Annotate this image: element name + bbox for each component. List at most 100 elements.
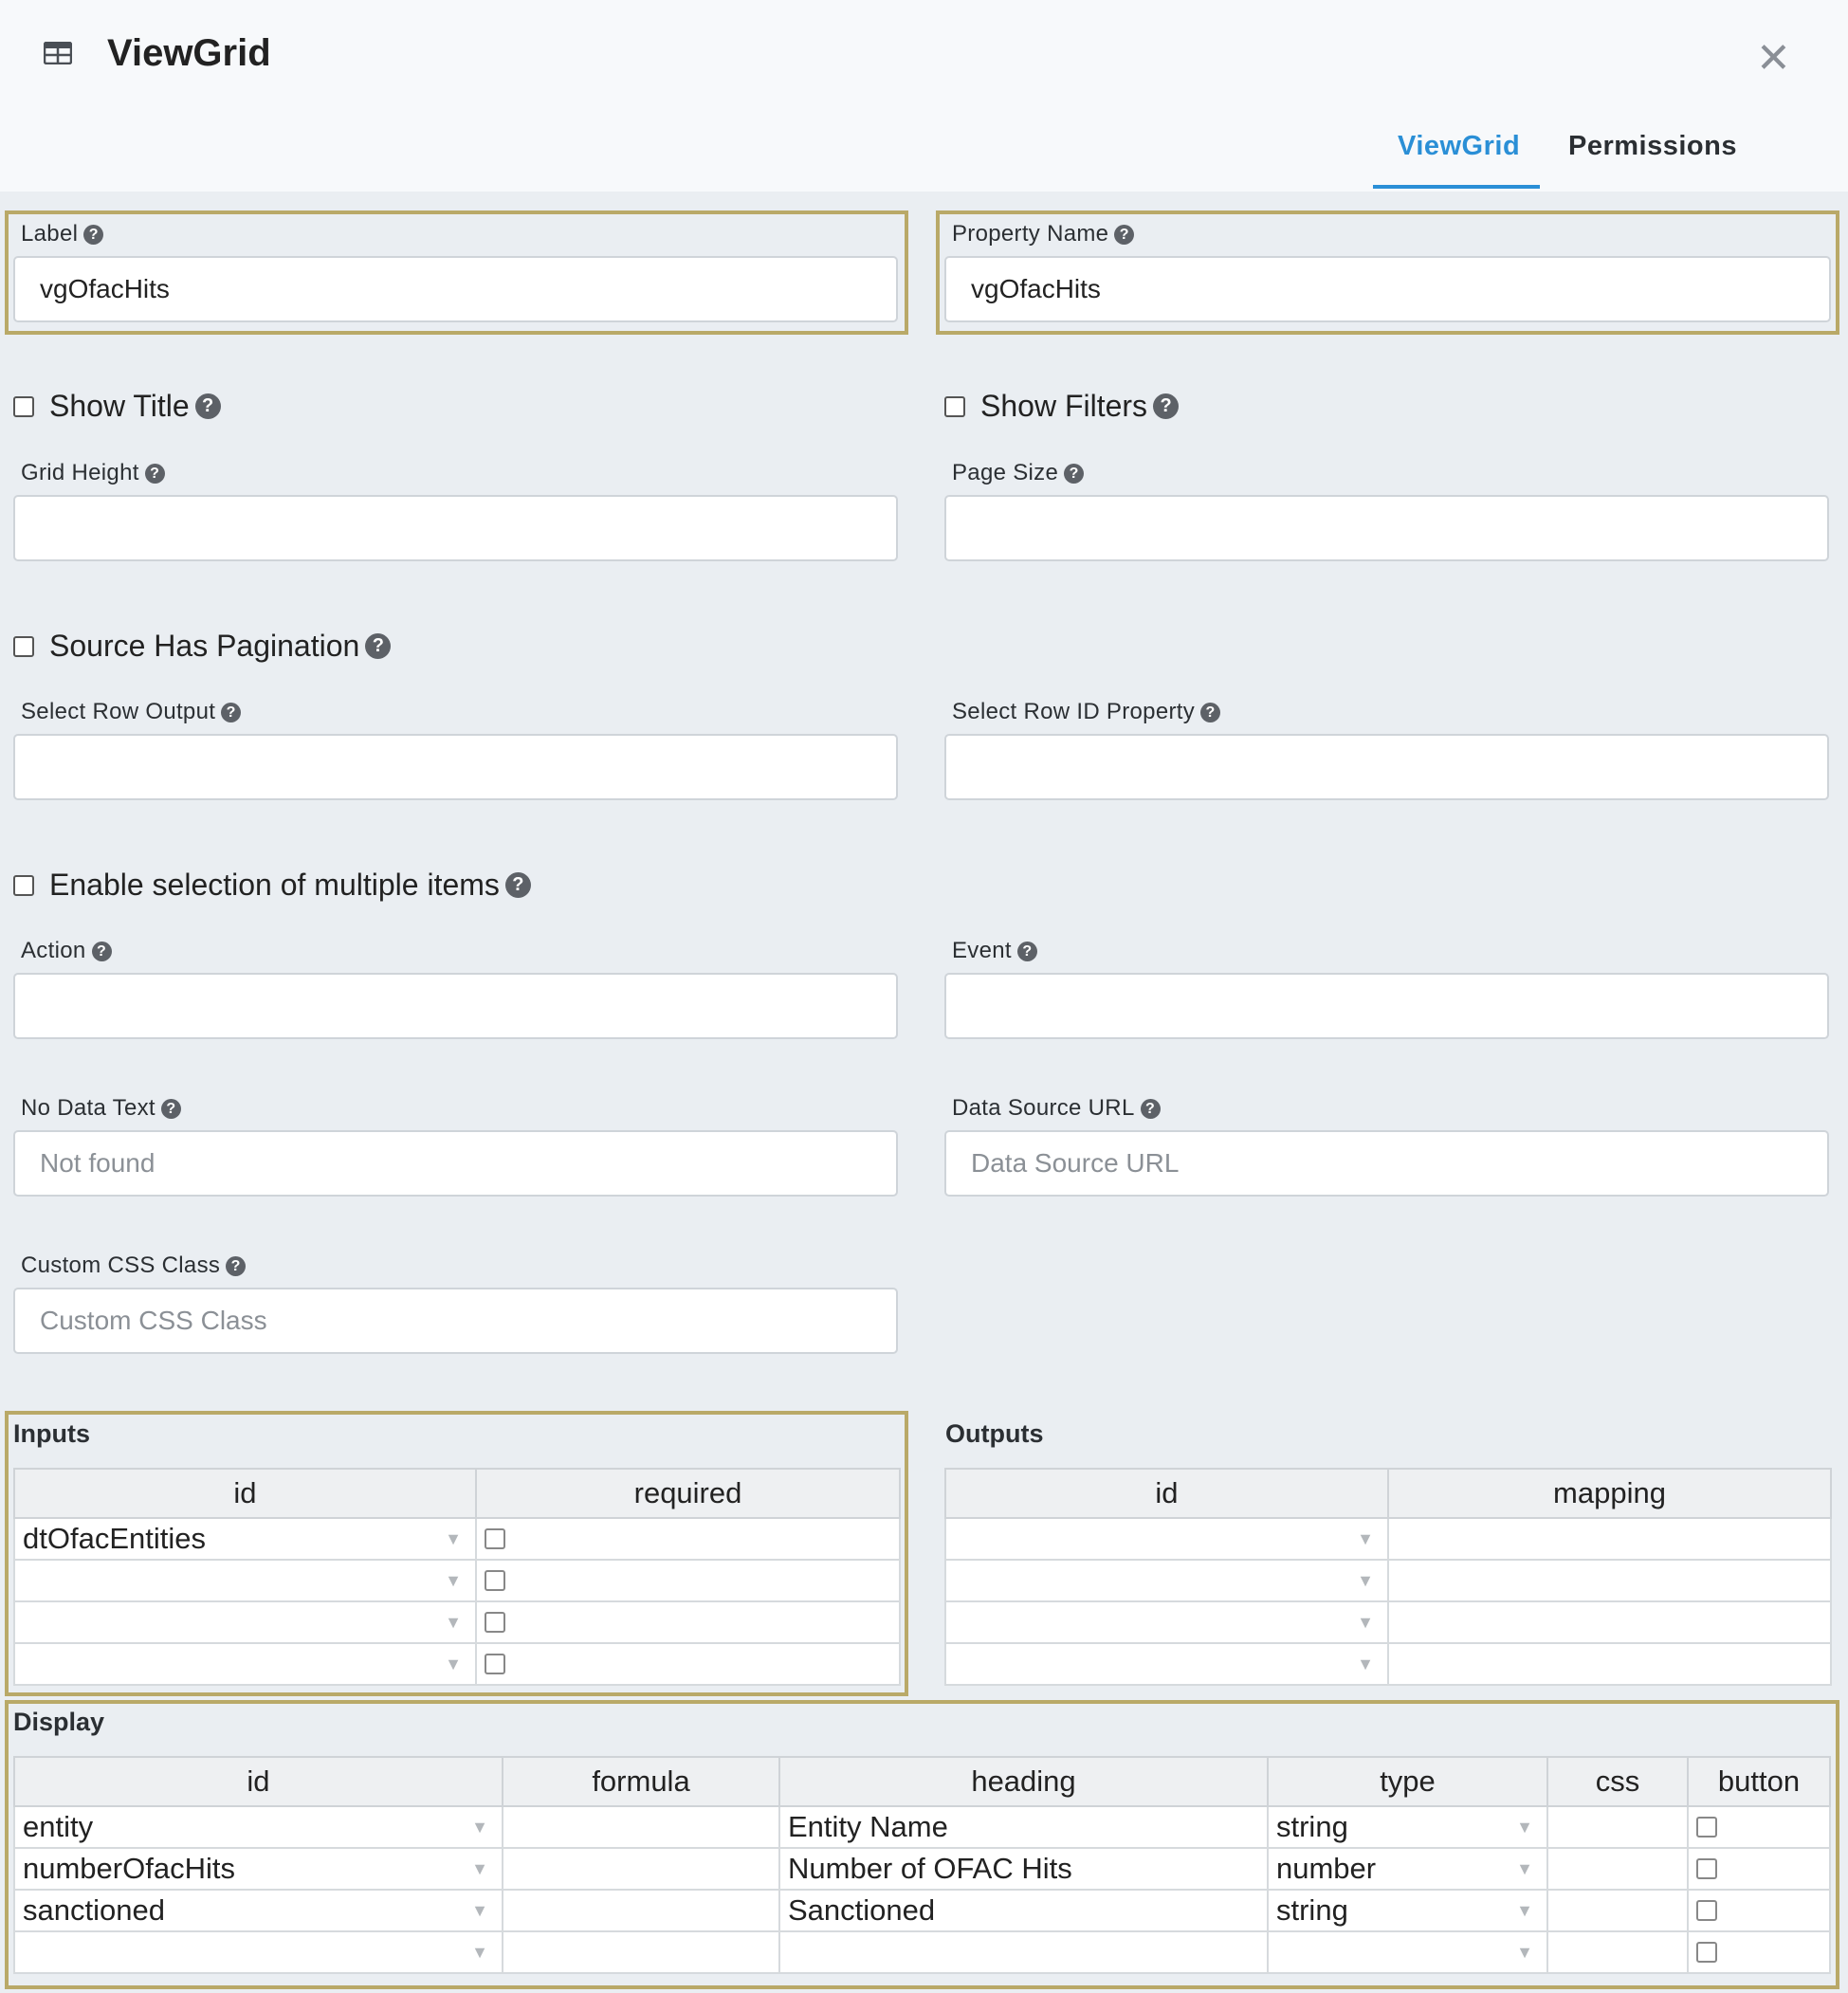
id-cell[interactable]: dtOfacEntities ▼ bbox=[13, 1517, 477, 1561]
tab-viewgrid[interactable]: ViewGrid bbox=[1398, 131, 1520, 162]
grid-height-input[interactable] bbox=[13, 495, 898, 561]
css-cell[interactable] bbox=[1546, 1805, 1689, 1849]
id-cell[interactable]: ▼ bbox=[944, 1600, 1389, 1644]
formula-cell[interactable] bbox=[502, 1805, 780, 1849]
help-icon[interactable]: ? bbox=[1200, 703, 1221, 722]
required-checkbox[interactable] bbox=[485, 1612, 505, 1633]
column-header[interactable]: heading bbox=[778, 1756, 1269, 1807]
show-filters-checkbox[interactable] bbox=[944, 395, 965, 417]
id-cell[interactable]: ▼ bbox=[13, 1930, 503, 1974]
help-icon[interactable]: ? bbox=[1140, 1099, 1161, 1119]
id-cell[interactable]: entity ▼ bbox=[13, 1805, 503, 1849]
css-cell[interactable] bbox=[1546, 1930, 1689, 1974]
column-header[interactable]: id bbox=[13, 1468, 477, 1519]
column-header[interactable]: id bbox=[13, 1756, 503, 1807]
data-source-url-input[interactable]: Data Source URL bbox=[944, 1130, 1829, 1197]
heading-cell[interactable]: Sanctioned bbox=[778, 1889, 1269, 1932]
dropdown-arrow-icon[interactable]: ▼ bbox=[1516, 1901, 1533, 1921]
mapping-cell[interactable] bbox=[1387, 1517, 1832, 1561]
dropdown-arrow-icon[interactable]: ▼ bbox=[1357, 1655, 1374, 1674]
help-icon[interactable]: ? bbox=[91, 942, 112, 961]
mapping-cell[interactable] bbox=[1387, 1642, 1832, 1686]
dropdown-arrow-icon[interactable]: ▼ bbox=[1357, 1571, 1374, 1591]
button-checkbox[interactable] bbox=[1696, 1858, 1717, 1879]
dropdown-arrow-icon[interactable]: ▼ bbox=[445, 1571, 462, 1591]
dropdown-arrow-icon[interactable]: ▼ bbox=[471, 1818, 488, 1838]
action-input[interactable] bbox=[13, 973, 898, 1039]
heading-cell[interactable]: Number of OFAC Hits bbox=[778, 1847, 1269, 1891]
mapping-cell[interactable] bbox=[1387, 1600, 1832, 1644]
column-header[interactable]: button bbox=[1687, 1756, 1831, 1807]
select-row-output-input[interactable] bbox=[13, 734, 898, 800]
dropdown-arrow-icon[interactable]: ▼ bbox=[1516, 1859, 1533, 1879]
column-header[interactable]: css bbox=[1546, 1756, 1689, 1807]
required-checkbox[interactable] bbox=[485, 1654, 505, 1674]
help-icon[interactable]: ? bbox=[221, 703, 242, 722]
button-checkbox[interactable] bbox=[1696, 1942, 1717, 1963]
css-cell[interactable] bbox=[1546, 1889, 1689, 1932]
type-cell[interactable]: number ▼ bbox=[1267, 1847, 1548, 1891]
formula-cell[interactable] bbox=[502, 1930, 780, 1974]
event-input[interactable] bbox=[944, 973, 1829, 1039]
show-title-checkbox[interactable] bbox=[13, 395, 34, 417]
formula-cell[interactable] bbox=[502, 1889, 780, 1932]
tab-permissions[interactable]: Permissions bbox=[1568, 131, 1737, 162]
id-cell[interactable]: ▼ bbox=[13, 1559, 477, 1602]
css-cell[interactable] bbox=[1546, 1847, 1689, 1891]
mapping-cell[interactable] bbox=[1387, 1559, 1832, 1602]
button-checkbox[interactable] bbox=[1696, 1817, 1717, 1838]
active-tab-indicator bbox=[1373, 185, 1540, 189]
help-icon[interactable]: ? bbox=[160, 1099, 181, 1119]
heading-cell[interactable]: Entity Name bbox=[778, 1805, 1269, 1849]
id-cell[interactable]: ▼ bbox=[13, 1642, 477, 1686]
type-cell[interactable]: ▼ bbox=[1267, 1930, 1548, 1974]
dropdown-arrow-icon[interactable]: ▼ bbox=[471, 1943, 488, 1963]
no-data-text-input[interactable]: Not found bbox=[13, 1130, 898, 1197]
custom-css-class-input[interactable]: Custom CSS Class bbox=[13, 1288, 898, 1354]
id-cell[interactable]: numberOfacHits ▼ bbox=[13, 1847, 503, 1891]
button-checkbox[interactable] bbox=[1696, 1900, 1717, 1921]
id-cell[interactable]: ▼ bbox=[944, 1517, 1389, 1561]
formula-cell[interactable] bbox=[502, 1847, 780, 1891]
type-cell[interactable]: string ▼ bbox=[1267, 1805, 1548, 1849]
column-header[interactable]: type bbox=[1267, 1756, 1548, 1807]
multi-select-checkbox[interactable] bbox=[13, 874, 34, 896]
column-header[interactable]: formula bbox=[502, 1756, 780, 1807]
dropdown-arrow-icon[interactable]: ▼ bbox=[1516, 1818, 1533, 1838]
source-pagination-checkbox[interactable] bbox=[13, 635, 34, 657]
close-icon[interactable]: ✕ bbox=[1756, 38, 1791, 80]
required-checkbox[interactable] bbox=[485, 1570, 505, 1591]
property-name-input[interactable]: vgOfacHits bbox=[944, 256, 1831, 322]
dropdown-arrow-icon[interactable]: ▼ bbox=[1357, 1529, 1374, 1549]
help-icon[interactable]: ? bbox=[1064, 464, 1085, 484]
label-input[interactable]: vgOfacHits bbox=[13, 256, 898, 322]
dropdown-arrow-icon[interactable]: ▼ bbox=[471, 1859, 488, 1879]
column-header[interactable]: required bbox=[475, 1468, 901, 1519]
select-row-id-property-input[interactable] bbox=[944, 734, 1829, 800]
dropdown-arrow-icon[interactable]: ▼ bbox=[471, 1901, 488, 1921]
dropdown-arrow-icon[interactable]: ▼ bbox=[445, 1613, 462, 1633]
help-icon[interactable]: ? bbox=[1016, 942, 1037, 961]
dropdown-arrow-icon[interactable]: ▼ bbox=[445, 1529, 462, 1549]
id-cell[interactable]: ▼ bbox=[944, 1642, 1389, 1686]
dropdown-arrow-icon[interactable]: ▼ bbox=[1357, 1613, 1374, 1633]
dropdown-arrow-icon[interactable]: ▼ bbox=[445, 1655, 462, 1674]
help-icon[interactable]: ? bbox=[83, 225, 104, 245]
required-checkbox[interactable] bbox=[485, 1528, 505, 1549]
column-header[interactable]: id bbox=[944, 1468, 1389, 1519]
page-size-input[interactable] bbox=[944, 495, 1829, 561]
type-cell[interactable]: string ▼ bbox=[1267, 1889, 1548, 1932]
help-icon[interactable]: ? bbox=[1114, 225, 1135, 245]
id-cell[interactable]: sanctioned ▼ bbox=[13, 1889, 503, 1932]
help-icon[interactable]: ? bbox=[504, 872, 531, 898]
help-icon[interactable]: ? bbox=[1153, 393, 1180, 419]
help-icon[interactable]: ? bbox=[144, 464, 165, 484]
help-icon[interactable]: ? bbox=[194, 393, 221, 419]
id-cell[interactable]: ▼ bbox=[13, 1600, 477, 1644]
id-cell[interactable]: ▼ bbox=[944, 1559, 1389, 1602]
column-header[interactable]: mapping bbox=[1387, 1468, 1832, 1519]
dropdown-arrow-icon[interactable]: ▼ bbox=[1516, 1943, 1533, 1963]
help-icon[interactable]: ? bbox=[365, 633, 392, 659]
heading-cell[interactable] bbox=[778, 1930, 1269, 1974]
help-icon[interactable]: ? bbox=[226, 1256, 247, 1276]
